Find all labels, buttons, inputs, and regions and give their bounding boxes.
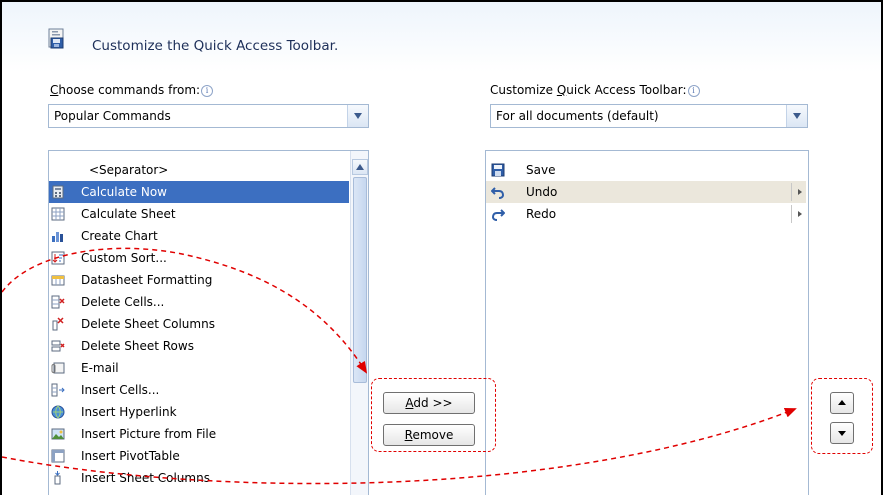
email-icon xyxy=(51,362,65,374)
chevron-down-icon[interactable] xyxy=(347,105,368,127)
submenu-arrow-icon[interactable] xyxy=(798,211,802,217)
list-item[interactable]: Delete Sheet Rows xyxy=(49,335,349,357)
list-item[interactable]: E-mail xyxy=(49,357,349,379)
list-item[interactable]: Calculate Sheet xyxy=(49,203,349,225)
remove-button[interactable]: Remove xyxy=(383,424,475,446)
choose-commands-value: Popular Commands xyxy=(54,109,171,123)
list-item[interactable]: Insert Hyperlink xyxy=(49,401,349,423)
arrow-up-icon xyxy=(838,400,846,405)
hyperlink-icon xyxy=(51,405,65,419)
pivottable-icon xyxy=(51,449,65,463)
list-item-selected[interactable]: Calculate Now xyxy=(49,181,349,203)
list-item-highlighted[interactable]: Undo xyxy=(486,181,806,203)
dialog-header: Customize the Quick Access Toolbar. xyxy=(2,2,881,72)
chart-icon xyxy=(52,232,63,242)
customize-toolbar-dropdown[interactable]: For all documents (default) xyxy=(490,104,808,128)
insert-cells-icon xyxy=(51,383,65,397)
insert-columns-icon xyxy=(54,471,61,485)
save-icon xyxy=(491,163,505,177)
delete-columns-icon xyxy=(52,317,64,331)
list-item[interactable]: Insert PivotTable xyxy=(49,445,349,467)
info-icon: i xyxy=(201,85,214,97)
picture-icon xyxy=(51,428,65,440)
list-item[interactable]: Insert Cells... xyxy=(49,379,349,401)
chevron-down-icon[interactable] xyxy=(786,105,807,127)
list-item[interactable]: Delete Sheet Columns xyxy=(49,313,349,335)
list-item[interactable]: Delete Cells... xyxy=(49,291,349,313)
submenu-arrow-icon[interactable] xyxy=(798,189,802,195)
list-item[interactable]: Insert Sheet Columns xyxy=(49,467,349,489)
scroll-thumb[interactable] xyxy=(353,177,367,383)
datasheet-icon xyxy=(51,275,65,286)
list-item[interactable]: Insert Picture from File xyxy=(49,423,349,445)
quick-access-list[interactable]: Save Undo Redo xyxy=(485,150,809,495)
commands-list-scrollbar[interactable] xyxy=(350,151,368,495)
list-item[interactable]: Redo xyxy=(486,203,806,225)
calculator-icon xyxy=(52,185,64,199)
move-up-button[interactable] xyxy=(830,392,854,414)
commands-list[interactable]: <Separator> Calculate Now Calculate Shee… xyxy=(48,150,369,495)
dialog-title: Customize the Quick Access Toolbar. xyxy=(92,38,339,54)
redo-icon xyxy=(491,209,505,221)
choose-commands-dropdown[interactable]: Popular Commands xyxy=(48,104,369,128)
undo-icon xyxy=(491,187,505,199)
customize-toolbar-value: For all documents (default) xyxy=(496,109,659,123)
sort-icon xyxy=(51,251,65,265)
list-item[interactable]: <Separator> xyxy=(49,159,349,181)
list-item[interactable]: Save xyxy=(486,159,806,181)
add-button[interactable]: Add >> xyxy=(383,392,475,414)
delete-cells-icon xyxy=(51,295,65,309)
scroll-up-button[interactable] xyxy=(352,159,368,175)
move-down-button[interactable] xyxy=(830,422,854,444)
quick-access-toolbar-icon xyxy=(48,28,64,49)
customize-toolbar-label: Customize Quick Access Toolbar: i xyxy=(490,83,700,97)
info-icon: i xyxy=(687,85,700,97)
calculate-sheet-icon xyxy=(51,207,65,221)
list-item[interactable]: Datasheet Formatting xyxy=(49,269,349,291)
choose-commands-label: Choose commands from: i xyxy=(50,83,214,97)
list-item[interactable]: Custom Sort... xyxy=(49,247,349,269)
arrow-down-icon xyxy=(838,431,846,436)
delete-rows-icon xyxy=(51,340,65,352)
list-item[interactable]: Create Chart xyxy=(49,225,349,247)
dialog-frame: Customize the Quick Access Toolbar. Choo… xyxy=(0,0,883,495)
